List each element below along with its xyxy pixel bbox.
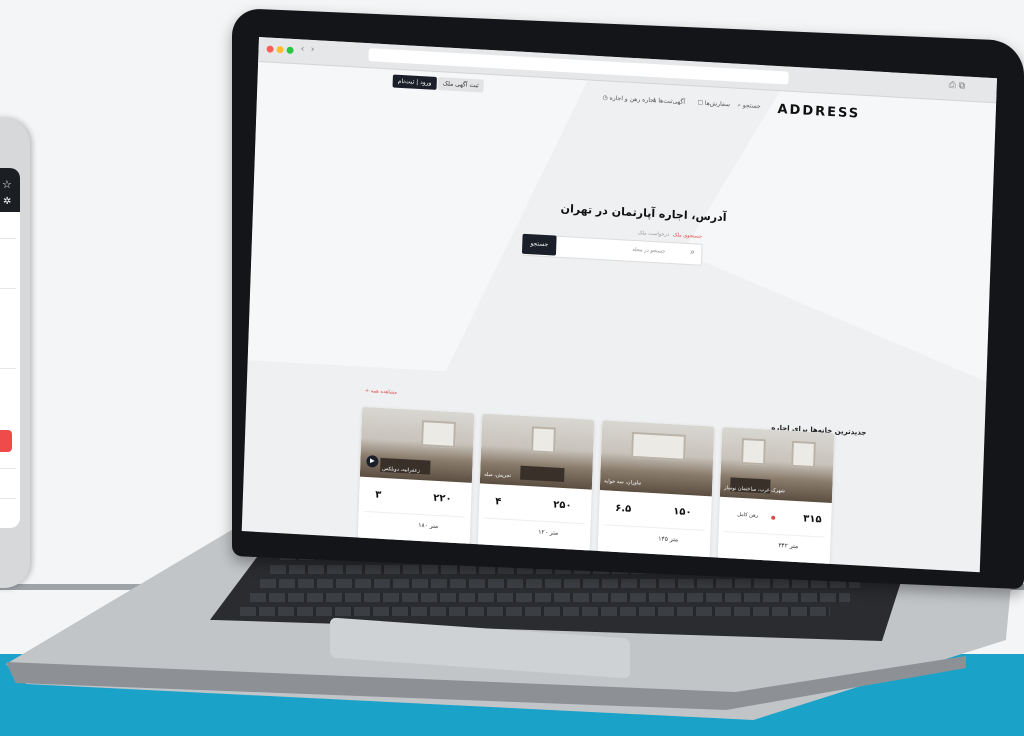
listing-title: تجریش، مبله xyxy=(484,471,512,480)
search-icon: ⌕ xyxy=(690,247,695,257)
nav-search-label: جستجو xyxy=(742,102,761,111)
nav-rent[interactable]: ◷ اجاره رهن و اجاره xyxy=(602,94,655,104)
listing-deposit: ۳ xyxy=(375,489,382,501)
key-row xyxy=(260,579,860,588)
minimize-dot[interactable] xyxy=(276,45,284,54)
listing-card[interactable]: شهرک غرب، ساختمان نوساز ۳۱۵ رهن کامل ۳۴۲… xyxy=(717,426,835,565)
key-row xyxy=(240,607,830,616)
listing-photo: نیاوران، سه خوابه xyxy=(599,420,715,497)
gear-icon[interactable]: ✲ xyxy=(3,196,11,207)
background-shape xyxy=(248,61,588,379)
see-all-label: مشاهده همه xyxy=(370,388,398,396)
dining-table xyxy=(520,465,565,483)
nav-search[interactable]: ⌕ جستجو xyxy=(737,102,760,111)
listing-title: زعفرانیه، دوبلکس xyxy=(382,465,420,474)
maximize-dot[interactable] xyxy=(286,46,294,54)
listing-deposit: رهن کامل xyxy=(737,511,759,519)
share-icon[interactable]: ⎙ ⧉ xyxy=(948,81,965,92)
key-row xyxy=(250,593,850,602)
play-icon[interactable]: ▶ xyxy=(366,455,379,468)
listing-deposit: ۴ xyxy=(495,496,502,508)
listing-price: ۲۵۰ xyxy=(553,499,572,512)
card-divider xyxy=(364,510,465,518)
listing-price: ۲۲۰ xyxy=(433,492,452,505)
listing-card[interactable]: نیاوران، سه خوابه ۱۵۰ ۶.۵ ۱۴۵ متر xyxy=(597,420,715,559)
listing-title: نیاوران، سه خوابه xyxy=(604,478,642,487)
listing-photo: شهرک غرب، ساختمان نوساز xyxy=(719,426,835,504)
nav-listings-label: آگهی‌ثبت‌ها xyxy=(658,97,686,106)
login-button[interactable]: ورود | ثبت‌نام xyxy=(392,74,437,90)
listing-card[interactable]: تجریش، مبله ۲۵۰ ۴ ۱۲۰ متر xyxy=(477,413,595,552)
status-dot xyxy=(771,515,776,520)
phone-red-button[interactable] xyxy=(0,430,12,452)
listing-card[interactable]: ▶ زعفرانیه، دوبلکس ۲۲۰ ۳ ۱۸۰ متر xyxy=(357,406,475,545)
product-mockup-scene: ☆ ✲ ‹ › ⎙ ⧉ xyxy=(0,0,1024,736)
tab-request-property[interactable]: درخواست ملک xyxy=(638,230,669,238)
tab-search-property[interactable]: جستجوی ملک xyxy=(673,232,702,240)
listing-title: شهرک غرب، ساختمان نوساز xyxy=(724,485,785,495)
divider xyxy=(0,288,16,289)
laptop-screen: ‹ › ⎙ ⧉ ADDRESS ⌕ جستجو ☐ سفارش‌ها ⌂ آگه… xyxy=(241,37,997,573)
phone-topbar: ☆ ✲ xyxy=(0,168,20,212)
card-divider xyxy=(604,524,705,531)
listing-area: ۳۴۲ متر xyxy=(778,542,799,551)
phone-screen: ☆ ✲ xyxy=(0,168,20,528)
divider xyxy=(0,238,16,239)
window xyxy=(531,426,556,454)
listing-area: ۱۴۵ متر xyxy=(658,535,679,544)
phone-device: ☆ ✲ xyxy=(0,118,30,588)
see-all-link[interactable]: + مشاهده همه xyxy=(365,388,397,396)
window xyxy=(741,438,766,466)
divider xyxy=(0,468,16,469)
listing-deposit: ۶.۵ xyxy=(615,502,632,515)
listing-photo: ▶ زعفرانیه، دوبلکس xyxy=(359,406,475,483)
close-dot[interactable] xyxy=(266,45,274,53)
listing-price: ۳۱۵ xyxy=(803,513,822,526)
window xyxy=(791,440,816,469)
window xyxy=(631,431,686,461)
star-icon[interactable]: ☆ xyxy=(2,178,12,191)
search-button[interactable]: جستجو xyxy=(521,233,557,256)
divider xyxy=(0,368,16,369)
listing-price: ۱۵۰ xyxy=(673,506,692,519)
nav-rent-label: اجاره رهن و اجاره xyxy=(609,94,656,105)
nav-listings[interactable]: ⌂ آگهی‌ثبت‌ها xyxy=(652,97,685,106)
window xyxy=(421,420,456,448)
listing-area: ۱۲۰ متر xyxy=(538,528,559,537)
listing-area: ۱۸۰ متر xyxy=(418,521,439,531)
post-listing-button[interactable]: ثبت آگهی ملک xyxy=(437,77,484,93)
listing-photo: تجریش، مبله xyxy=(479,413,595,490)
back-icon[interactable]: ‹ xyxy=(300,44,304,54)
forward-icon[interactable]: › xyxy=(310,45,314,55)
nav-orders[interactable]: ☐ سفارش‌ها xyxy=(697,100,730,109)
card-divider xyxy=(484,517,585,525)
card-divider xyxy=(724,531,825,538)
divider xyxy=(0,498,16,499)
nav-orders-label: سفارش‌ها xyxy=(704,99,731,109)
background-shape xyxy=(678,85,996,382)
